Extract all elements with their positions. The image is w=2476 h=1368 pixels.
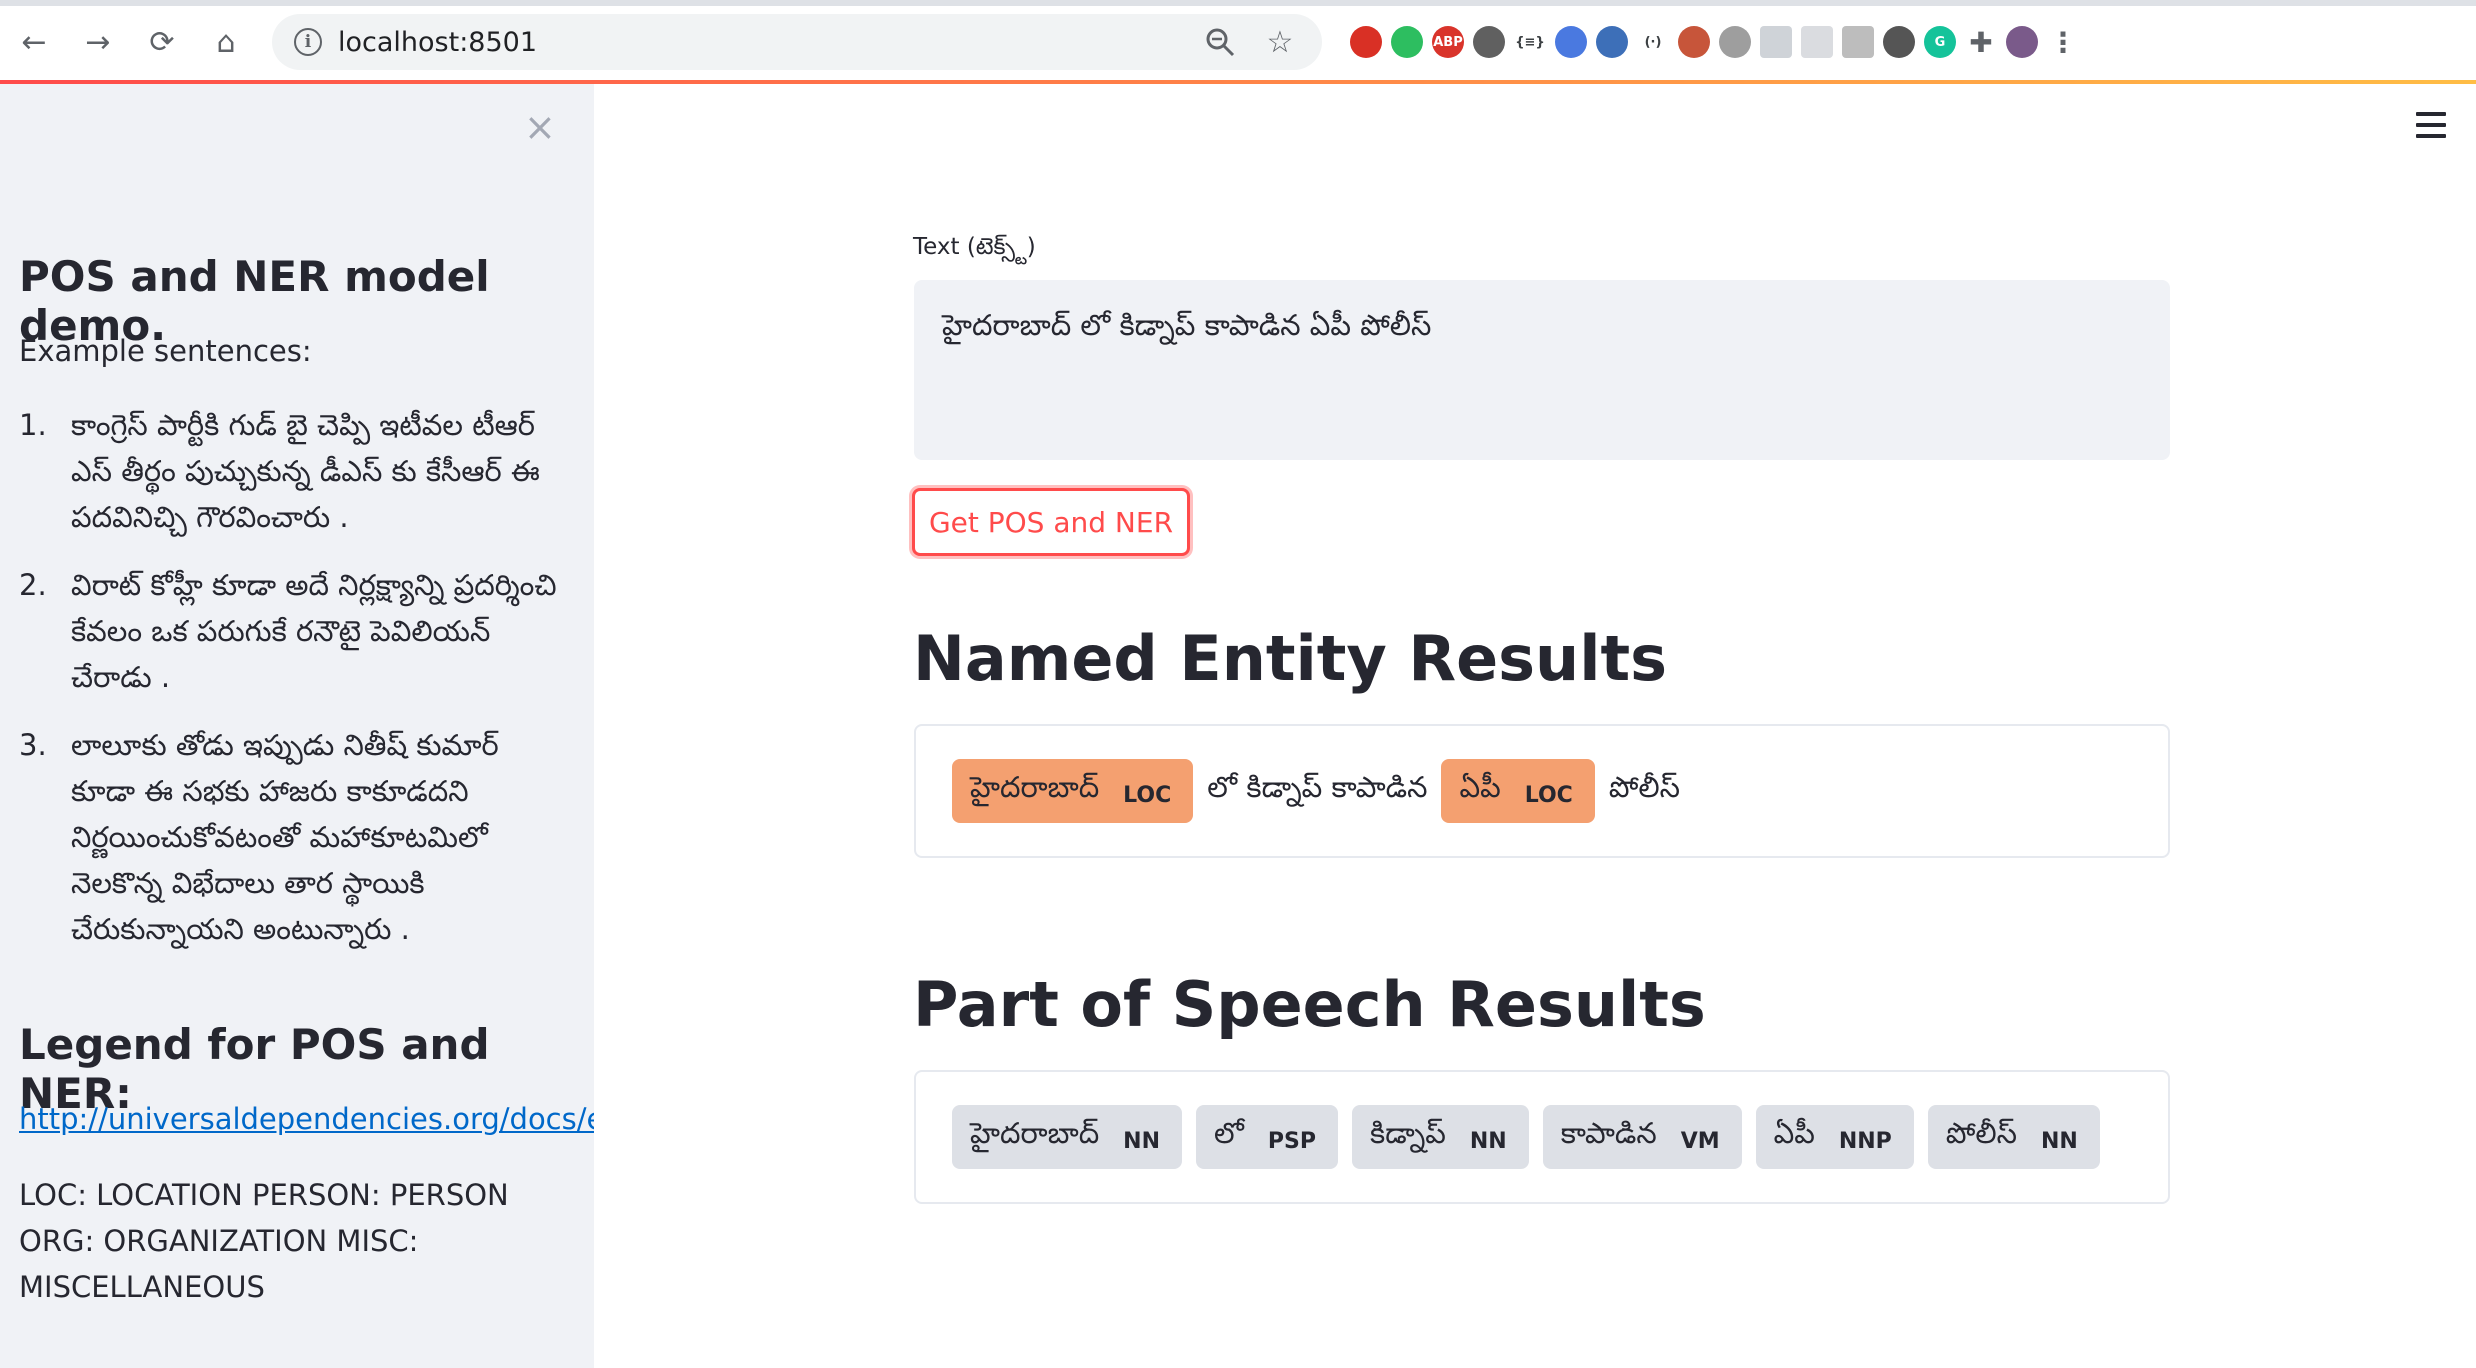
- pos-label: NN: [1469, 1128, 1507, 1154]
- pos-word: లో: [1214, 1116, 1244, 1150]
- legend-tags: LOC: LOCATION PERSON: PERSON ORG: ORGANI…: [19, 1178, 509, 1304]
- doc-ext-icon[interactable]: [1801, 26, 1833, 58]
- json-ext-icon[interactable]: {≡}: [1514, 26, 1546, 58]
- get-pos-ner-button[interactable]: Get POS and NER: [912, 488, 1190, 556]
- example-list: 1. కాంగ్రెస్ పార్టీకి గుడ్ బై చెప్పి ఇటీవ…: [19, 402, 559, 974]
- pos-row: హైదరాబాద్ NN లో PSP కిడ్నాప్ NN కాపాడిన VM ఏపీ NN…: [952, 1104, 2114, 1170]
- text-input-label: Text (టెక్స్ట్): [913, 234, 1036, 260]
- pos-label: NN: [2040, 1128, 2078, 1154]
- tab-strip: [0, 0, 2476, 6]
- list-item: 1. కాంగ్రెస్ పార్టీకి గుడ్ బై చెప్పి ఇటీవ…: [19, 402, 559, 540]
- plain-token: లో కిడ్నాప్ కాపాడిన: [1207, 770, 1428, 804]
- grammarly-icon[interactable]: G: [1924, 26, 1956, 58]
- entity-word: హైదరాబాద్: [970, 770, 1100, 804]
- pos-chip: లో PSP: [1196, 1105, 1338, 1169]
- pos-word: పోలీస్: [1945, 1116, 2017, 1150]
- list-item: 2. విరాట్ కోహ్లీ కూడా అదే నిర్లక్ష్యాన్ని…: [19, 562, 559, 700]
- reader-ext-icon[interactable]: [1678, 26, 1710, 58]
- entity-label: LOC: [1524, 782, 1573, 808]
- tag-ext-icon[interactable]: [1842, 26, 1874, 58]
- pos-label: VM: [1680, 1128, 1720, 1154]
- pos-word: ఏపీ: [1773, 1116, 1815, 1150]
- profile-avatar[interactable]: [2006, 26, 2038, 58]
- example-sentence: లాలూకు తోడు ఇప్పుడు నితీష్ కుమార్ కూడా ఈ…: [71, 728, 499, 946]
- site-info-icon[interactable]: i: [294, 28, 322, 56]
- plain-token: పోలీస్: [1608, 770, 1680, 804]
- pos-chip: పోలీస్ NN: [1927, 1105, 2100, 1169]
- ner-results-box: హైదరాబాద్ LOC లో కిడ్నాప్ కాపాడిన ఏపీ LOC పోల…: [914, 724, 2170, 858]
- hamburger-menu-icon[interactable]: [2416, 112, 2446, 145]
- ner-heading: Named Entity Results: [913, 622, 1667, 695]
- entity-chip: హైదరాబాద్ LOC: [952, 759, 1194, 823]
- zoom-icon[interactable]: [1202, 24, 1238, 60]
- pos-label: NN: [1123, 1128, 1160, 1154]
- sidebar: × POS and NER model demo. Example senten…: [0, 84, 594, 1368]
- puzzle-icon[interactable]: ✚: [1965, 26, 1997, 59]
- address-bar[interactable]: i localhost:8501 ☆: [272, 14, 1322, 70]
- pos-word: కిడ్నాప్: [1369, 1116, 1446, 1150]
- ner-row: హైదరాబాద్ LOC లో కిడ్నాప్ కాపాడిన ఏపీ LOC పోల…: [952, 758, 1694, 824]
- entity-label: LOC: [1123, 782, 1172, 808]
- entity-chip: ఏపీ LOC: [1441, 759, 1595, 823]
- ublock-icon[interactable]: [1350, 26, 1382, 58]
- bulb-ext-icon[interactable]: [1883, 26, 1915, 58]
- pos-label: PSP: [1267, 1128, 1316, 1154]
- legend-link[interactable]: http://universaldependencies.org/docs/en…: [19, 1102, 594, 1136]
- screen-ext-icon[interactable]: [1760, 26, 1792, 58]
- pos-heading: Part of Speech Results: [913, 968, 1706, 1041]
- sidebar-subtitle: Example sentences:: [19, 334, 312, 368]
- pos-word: హైదరాబాద్: [970, 1116, 1100, 1150]
- onion-ext-icon[interactable]: [1596, 26, 1628, 58]
- example-sentence: విరాట్ కోహ్లీ కూడా అదే నిర్లక్ష్యాన్ని ప…: [71, 568, 557, 694]
- home-icon[interactable]: ⌂: [206, 22, 246, 62]
- chat-ext-icon[interactable]: [1719, 26, 1751, 58]
- list-number: 1.: [19, 408, 47, 442]
- pos-chip: కాపాడిన VM: [1542, 1105, 1742, 1169]
- list-number: 2.: [19, 568, 47, 602]
- menu-dots-icon[interactable]: ⋮: [2047, 26, 2079, 59]
- pos-chip: హైదరాబాద్ NN: [952, 1105, 1182, 1169]
- abp-icon[interactable]: ABP: [1432, 26, 1464, 58]
- circle-ext-icon[interactable]: [1473, 26, 1505, 58]
- evernote-icon[interactable]: [1391, 26, 1423, 58]
- pos-results-box: హైదరాబాద్ NN లో PSP కిడ్నాప్ NN కాపాడిన VM ఏపీ NN…: [914, 1070, 2170, 1204]
- text-input-area[interactable]: హైదరాబాద్ లో కిడ్నాప్ కాపాడిన ఏపీ పోలీస్: [914, 280, 2170, 460]
- back-icon[interactable]: ←: [14, 22, 54, 62]
- example-sentence: కాంగ్రెస్ పార్టీకి గుడ్ బై చెప్పి ఇటీవల …: [71, 408, 540, 534]
- pos-chip: కిడ్నాప్ NN: [1351, 1105, 1529, 1169]
- list-item: 3. లాలూకు తోడు ఇప్పుడు నితీష్ కుమార్ కూడా…: [19, 722, 559, 952]
- entity-word: ఏపీ: [1459, 770, 1501, 804]
- browser-toolbar: ← → ⟳ ⌂ i localhost:8501 ☆ ABP {≡} (·) G ✚ ⋮: [0, 0, 2476, 84]
- list-number: 3.: [19, 728, 47, 762]
- pos-label: NNP: [1838, 1128, 1892, 1154]
- pos-chip: ఏపీ NNP: [1755, 1105, 1914, 1169]
- forward-icon[interactable]: →: [78, 22, 118, 62]
- grad-cap-icon[interactable]: [1555, 26, 1587, 58]
- bookmark-star-icon[interactable]: ☆: [1262, 24, 1298, 60]
- code-ext-icon[interactable]: (·): [1637, 26, 1669, 58]
- reload-icon[interactable]: ⟳: [142, 22, 182, 62]
- pos-word: కాపాడిన: [1560, 1116, 1657, 1150]
- address-url[interactable]: localhost:8501: [338, 27, 537, 58]
- close-icon[interactable]: ×: [524, 108, 556, 146]
